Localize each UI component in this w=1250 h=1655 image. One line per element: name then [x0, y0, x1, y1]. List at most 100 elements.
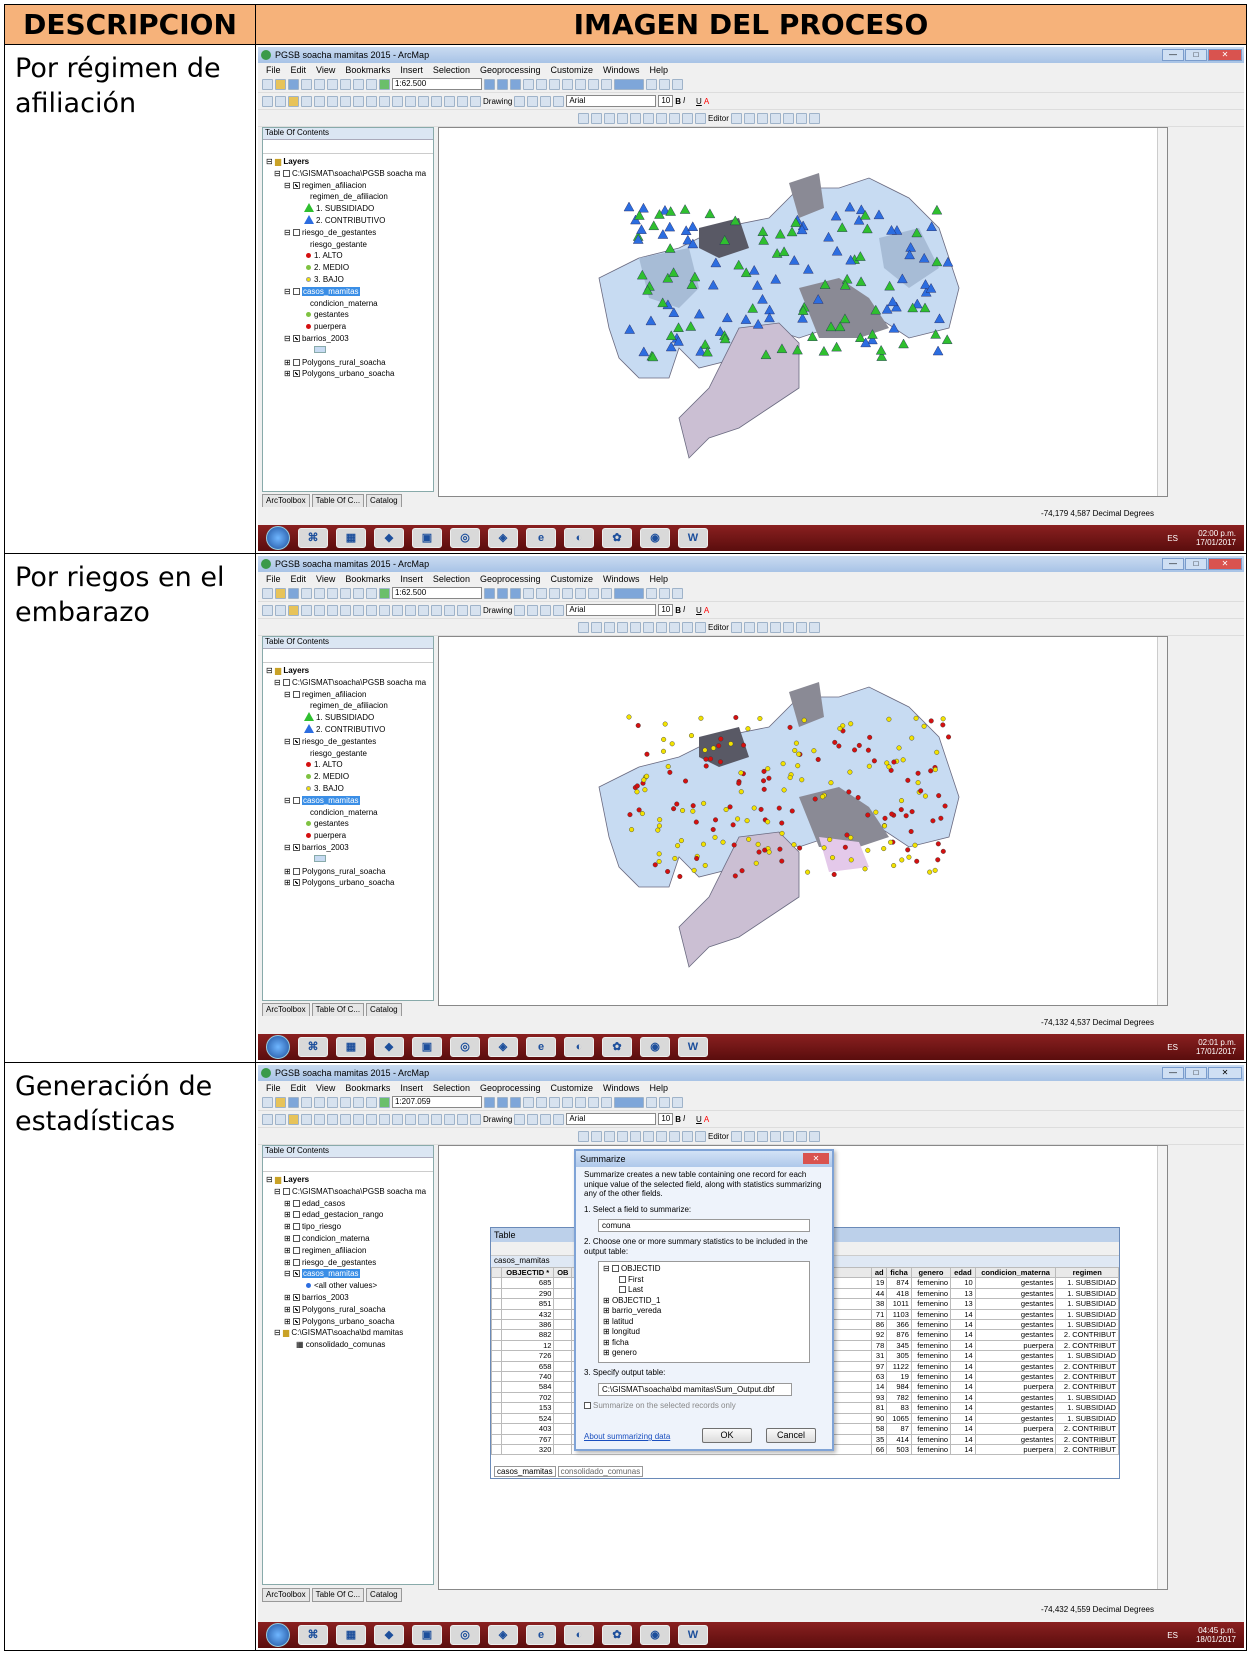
menu-file[interactable]: File [266, 574, 281, 584]
tree-item-3[interactable]: ⊞ OBJECTID_1 [603, 1296, 805, 1307]
menu-customize[interactable]: Customize [551, 1083, 594, 1093]
toc-layers[interactable]: ⊟ ▆ Layers [266, 665, 433, 677]
about-summarizing-link[interactable]: About summarizing data [584, 1432, 670, 1441]
menu-file[interactable]: File [266, 1083, 281, 1093]
menu-bookmarks[interactable]: Bookmarks [345, 65, 390, 75]
taskbar-app-6[interactable]: ◈ [488, 1037, 518, 1057]
map-view[interactable] [438, 636, 1168, 1006]
menu-selection[interactable]: Selection [433, 1083, 470, 1093]
menu-bookmarks[interactable]: Bookmarks [345, 574, 390, 584]
toc-urbano[interactable]: ⊞ Polygons_urbano_soacha [266, 877, 433, 889]
taskbar-folder[interactable]: ▦ [336, 528, 366, 548]
taskbar-app-3[interactable]: ◆ [374, 1037, 404, 1057]
summarize-field-select[interactable]: comuna [598, 1219, 810, 1232]
tree-item-4[interactable]: ⊞ barrio_vereda [603, 1306, 805, 1317]
menu-view[interactable]: View [316, 65, 335, 75]
taskbar-word[interactable]: W [678, 1037, 708, 1057]
toc-casos[interactable]: ⊟ casos_mamitas [266, 795, 433, 807]
menu-insert[interactable]: Insert [400, 65, 423, 75]
tree-item-6[interactable]: ⊞ longitud [603, 1327, 805, 1338]
maximize-button[interactable]: □ [1185, 558, 1207, 570]
toc-regimen[interactable]: ⊟ regimen_afiliacion [266, 689, 433, 701]
toc-barrios[interactable]: ⊟ barrios_2003 [266, 333, 433, 345]
menu-help[interactable]: Help [650, 574, 669, 584]
menu-edit[interactable]: Edit [291, 65, 307, 75]
tab-toc[interactable]: Table Of C... [311, 1588, 365, 1602]
menu-view[interactable]: View [316, 1083, 335, 1093]
taskbar-chrome[interactable]: ◉ [640, 1037, 670, 1057]
tab-toc[interactable]: Table Of C... [311, 1003, 365, 1017]
taskbar-app-1[interactable]: ⌘ [298, 1037, 328, 1057]
editor-menu[interactable]: Editor [708, 114, 729, 123]
toc3-item-0[interactable]: ⊞ edad_casos [266, 1198, 433, 1210]
start-button[interactable] [266, 526, 290, 550]
tab-arctoolbox[interactable]: ArcToolbox [262, 1003, 310, 1017]
taskbar-word[interactable]: W [678, 528, 708, 548]
tree-item-0[interactable]: ⊟ OBJECTID [603, 1264, 805, 1275]
taskbar-word[interactable]: W [678, 1625, 708, 1645]
toc-regimen[interactable]: ⊟ regimen_afiliacion [266, 180, 433, 192]
menu-bookmarks[interactable]: Bookmarks [345, 1083, 390, 1093]
minimize-button[interactable]: — [1162, 49, 1184, 61]
menu-insert[interactable]: Insert [400, 574, 423, 584]
menu-windows[interactable]: Windows [603, 574, 640, 584]
toc3-item-5[interactable]: ⊞ riesgo_de_gestantes [266, 1257, 433, 1269]
dialog-close-icon[interactable]: ✕ [803, 1153, 829, 1164]
taskbar-app-3[interactable]: ◆ [374, 528, 404, 548]
minimize-button[interactable]: — [1162, 558, 1184, 570]
map-view[interactable] [438, 127, 1168, 497]
taskbar-app-6[interactable]: ◈ [488, 528, 518, 548]
close-button[interactable]: ✕ [1208, 1067, 1242, 1079]
tab-catalog[interactable]: Catalog [366, 1588, 402, 1602]
menu-selection[interactable]: Selection [433, 574, 470, 584]
tab-toc[interactable]: Table Of C... [311, 494, 365, 508]
taskbar-app-8[interactable]: ◐ [564, 528, 594, 548]
toc-casos[interactable]: ⊟ casos_mamitas [266, 286, 433, 298]
toc3-item-8[interactable]: ⊞ barrios_2003 [266, 1292, 433, 1304]
drawing-menu[interactable]: Drawing [483, 606, 512, 615]
table-tab-consolidado[interactable]: consolidado_comunas [557, 1466, 644, 1477]
language-indicator[interactable]: ES [1167, 1631, 1178, 1640]
menu-view[interactable]: View [316, 574, 335, 584]
menu-customize[interactable]: Customize [551, 65, 594, 75]
toc3-item-4[interactable]: ⊞ regimen_afiliacion [266, 1245, 433, 1257]
toc3-item-12[interactable]: ▦ consolidado_comunas [266, 1339, 433, 1351]
language-indicator[interactable]: ES [1167, 534, 1178, 543]
toc-layers[interactable]: ⊟ ▆ Layers [266, 1174, 433, 1186]
tab-catalog[interactable]: Catalog [366, 1003, 402, 1017]
tree-item-2[interactable]: Last [603, 1285, 805, 1296]
taskbar-app-4[interactable]: ▣ [412, 1625, 442, 1645]
toc3-item-3[interactable]: ⊞ condicion_materna [266, 1233, 433, 1245]
menu-selection[interactable]: Selection [433, 65, 470, 75]
taskbar-app-8[interactable]: ◐ [564, 1625, 594, 1645]
toc-rural[interactable]: ⊞ Polygons_rural_soacha [266, 357, 433, 369]
menu-windows[interactable]: Windows [603, 1083, 640, 1093]
font-size-select[interactable]: 10 [658, 1113, 674, 1125]
taskbar-ie[interactable]: e [526, 528, 556, 548]
tree-item-1[interactable]: First [603, 1275, 805, 1286]
language-indicator[interactable]: ES [1167, 1043, 1178, 1052]
font-select[interactable]: Arial [566, 1113, 657, 1125]
toc-riesgo[interactable]: ⊟ riesgo_de_gestantes [266, 227, 433, 239]
taskbar-chrome[interactable]: ◉ [640, 1625, 670, 1645]
tab-catalog[interactable]: Catalog [366, 494, 402, 508]
font-size-select[interactable]: 10 [658, 95, 674, 107]
statistics-tree[interactable]: ⊟ OBJECTID First Last ⊞ OBJECTID_1 ⊞ bar… [598, 1261, 810, 1363]
toc3-item-10[interactable]: ⊞ Polygons_urbano_soacha [266, 1316, 433, 1328]
drawing-menu[interactable]: Drawing [483, 1115, 512, 1124]
taskbar-app-8[interactable]: ◐ [564, 1037, 594, 1057]
cancel-button[interactable]: Cancel [766, 1428, 816, 1443]
close-button[interactable]: ✕ [1208, 49, 1242, 61]
tree-item-7[interactable]: ⊞ ficha [603, 1338, 805, 1349]
close-button[interactable]: ✕ [1208, 558, 1242, 570]
scale-input[interactable]: 1:62.500 [392, 587, 482, 599]
toc3-item-11[interactable]: ⊟ ▆ C:\GISMAT\soacha\bd mamitas [266, 1327, 433, 1339]
ok-button[interactable]: OK [702, 1428, 752, 1443]
toc-path[interactable]: ⊟ C:\GISMAT\soacha\PGSB soacha ma [266, 168, 433, 180]
taskbar-ie[interactable]: e [526, 1037, 556, 1057]
font-size-select[interactable]: 10 [658, 604, 674, 616]
toc-path[interactable]: ⊟ C:\GISMAT\soacha\PGSB soacha ma [266, 677, 433, 689]
tree-item-5[interactable]: ⊞ latitud [603, 1317, 805, 1328]
menu-help[interactable]: Help [650, 1083, 669, 1093]
toc3-item-9[interactable]: ⊞ Polygons_rural_soacha [266, 1304, 433, 1316]
